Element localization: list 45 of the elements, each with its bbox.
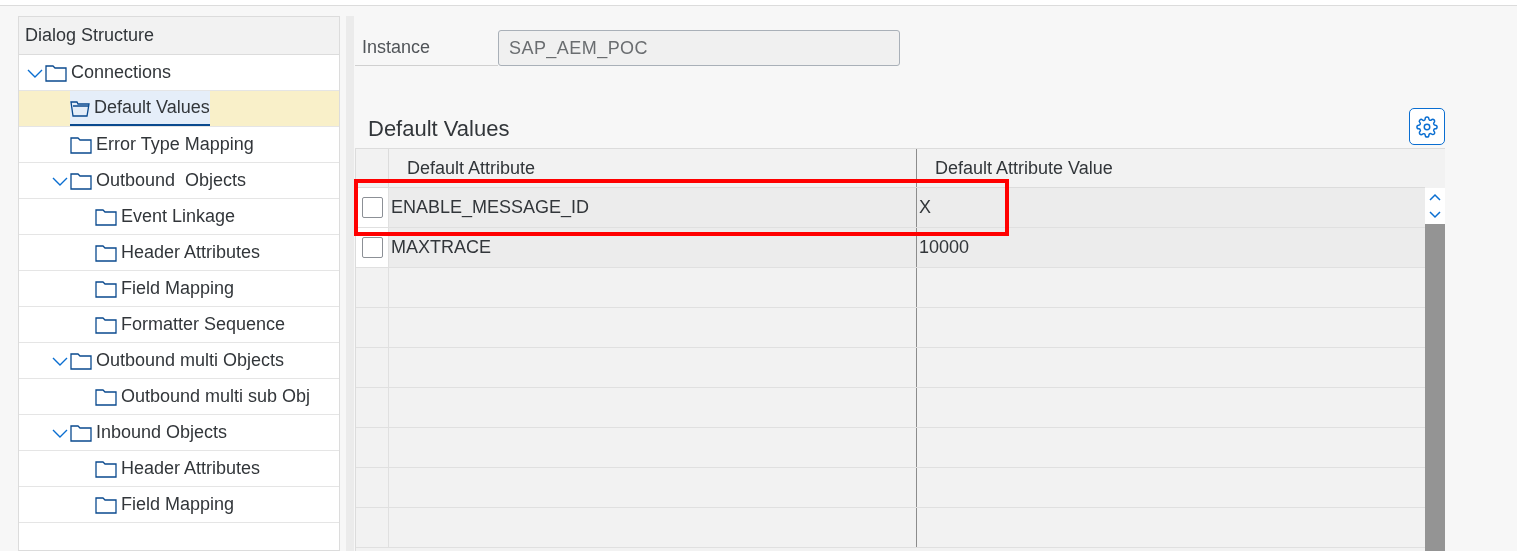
tree-row[interactable]: Default Values	[19, 91, 339, 127]
folder-icon	[95, 387, 117, 406]
row-checkbox[interactable]	[361, 237, 383, 258]
tree-item-label: Default Values	[94, 96, 210, 119]
folder-icon	[95, 495, 117, 514]
folder-icon	[95, 279, 117, 298]
tree-item-label: Inbound Objects	[96, 421, 228, 444]
folder-icon	[70, 171, 92, 190]
panel-title: Dialog Structure	[19, 17, 339, 55]
settings-icon	[1416, 115, 1438, 138]
folder-icon	[95, 315, 117, 334]
tree-item-label: Event Linkage	[121, 205, 236, 228]
folder-icon	[45, 63, 67, 82]
table-cell: ENABLE_MESSAGE_ID	[389, 188, 917, 227]
tree-item-label: Outbound multi sub Obj	[121, 385, 311, 408]
scrollbar-thumb[interactable]	[1425, 224, 1445, 551]
tree-item-label: Outbound multi Objects	[96, 349, 285, 372]
tree-item-label: Formatter Sequence	[121, 313, 286, 336]
tree-item-label: Error Type Mapping	[96, 133, 254, 156]
table-cell: 10000	[917, 228, 1425, 267]
tree-item-label: Header Attributes	[121, 241, 261, 264]
scroll-down-button[interactable]	[1425, 206, 1445, 224]
folder-icon	[95, 207, 117, 226]
table-cell: X	[917, 188, 1425, 227]
folder-icon	[95, 459, 117, 478]
tree-item-label: Field Mapping	[121, 493, 235, 516]
folder-icon	[70, 135, 92, 154]
tree-item-label: Outbound Objects	[96, 169, 247, 192]
column-header[interactable]: Default Attribute	[389, 149, 917, 187]
table-cell: MAXTRACE	[389, 228, 917, 267]
chevron-down-icon	[1429, 211, 1441, 219]
settings-button[interactable]	[1409, 108, 1445, 145]
chevron-up-icon	[1429, 193, 1441, 201]
folder-icon	[95, 243, 117, 262]
tree-item-label: Header Attributes	[121, 457, 261, 480]
tree-item-label: Connections	[71, 61, 172, 84]
scroll-up-button[interactable]	[1425, 188, 1445, 206]
open-folder-icon	[70, 98, 90, 117]
row-checkbox[interactable]	[361, 197, 383, 218]
column-header[interactable]: Default Attribute Value	[917, 149, 1425, 187]
folder-icon	[70, 423, 92, 442]
instance-field[interactable]: SAP_AEM_POC	[498, 30, 900, 66]
tree-item-label: Field Mapping	[121, 277, 235, 300]
folder-icon	[70, 351, 92, 370]
section-title: Default Values	[367, 115, 510, 143]
